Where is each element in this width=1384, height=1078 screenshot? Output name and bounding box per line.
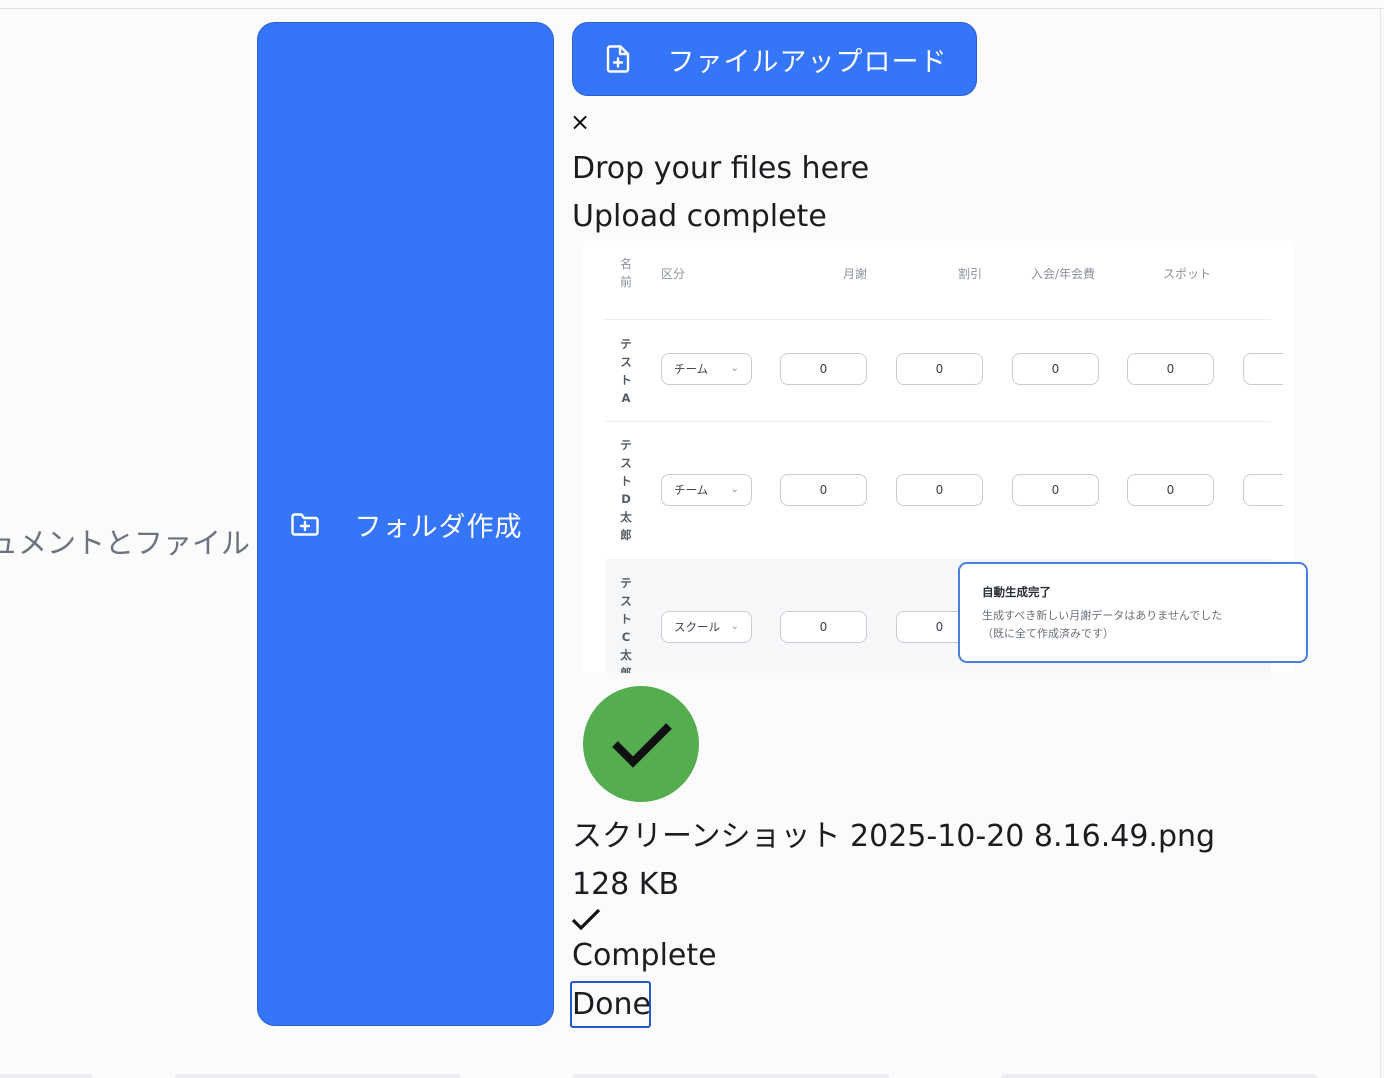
preview-value-input: 0: [780, 474, 867, 506]
upload-complete-label: Complete: [572, 938, 717, 973]
dropzone-title: Drop your files here: [572, 151, 870, 186]
preview-value-input: 0: [896, 353, 983, 385]
preview-value-input: 0: [1012, 353, 1099, 385]
preview-value-input-cut: [1243, 353, 1283, 385]
preview-table-header: 名前 区分 月謝 割引 入会/年会費 スポット: [583, 241, 1293, 319]
preview-row-name: テストA: [620, 337, 632, 405]
preview-toast-title: 自動生成完了: [982, 585, 1051, 599]
success-check-icon: [583, 686, 699, 802]
create-folder-label: フォルダ作成: [354, 511, 523, 542]
file-upload-label: ファイルアップロード: [667, 46, 948, 77]
section-title-documents: ドキュメントとファイル: [0, 526, 250, 560]
bottom-card-edge: [175, 1074, 460, 1078]
preview-value-input: 0: [1012, 474, 1099, 506]
preview-header-cell: 区分: [661, 267, 686, 281]
right-divider: [1380, 8, 1381, 1078]
preview-value-input: 0: [780, 353, 867, 385]
preview-toast-line: （既に全て作成済みです）: [982, 627, 1114, 640]
preview-value-input: 0: [896, 474, 983, 506]
folder-plus-icon: [289, 508, 321, 540]
preview-divider: [605, 319, 1271, 320]
bottom-card-edge: [573, 1074, 889, 1078]
checkmark-icon: [570, 906, 602, 934]
preview-divider: [605, 421, 1271, 422]
bottom-card-edge: [1001, 1074, 1317, 1078]
file-plus-icon: [602, 43, 634, 75]
create-folder-button[interactable]: フォルダ作成: [257, 22, 554, 1026]
preview-category-select: チーム ⌄: [661, 474, 752, 506]
preview-header-cell: 月謝: [843, 267, 868, 281]
uploaded-file-name: スクリーンショット 2025-10-20 8.16.49.png: [572, 819, 1216, 854]
preview-row: テストD太郎 チーム ⌄ 0 0 0 0: [605, 436, 1283, 556]
preview-row-name: テストC太郎: [620, 576, 632, 673]
bottom-card-edge: [0, 1074, 92, 1078]
preview-category-select: スクール ⌄: [661, 611, 752, 643]
top-divider: [0, 8, 1384, 9]
file-upload-button[interactable]: ファイルアップロード: [572, 22, 977, 96]
upload-status: Upload complete: [572, 199, 827, 234]
preview-value-input: 0: [1127, 474, 1214, 506]
preview-header-cell: 入会/年会費: [1031, 267, 1096, 281]
preview-toast: 自動生成完了 生成すべき新しい月謝データはありませんでした （既に全て作成済みで…: [958, 562, 1308, 663]
preview-row-name: テストD太郎: [620, 438, 632, 542]
close-dropzone-button[interactable]: ×: [570, 108, 594, 136]
chevron-down-icon: ⌄: [730, 363, 739, 374]
preview-row: テストA チーム ⌄ 0 0 0 0: [605, 335, 1283, 415]
preview-header-cell: スポット: [1163, 267, 1212, 281]
preview-header-cell: 割引: [958, 267, 983, 281]
chevron-down-icon: ⌄: [730, 621, 739, 632]
uploaded-file-size: 128 KB: [572, 867, 680, 902]
done-button[interactable]: Done: [570, 981, 651, 1028]
preview-toast-line: 生成すべき新しい月謝データはありませんでした: [982, 609, 1223, 622]
preview-value-input: 0: [780, 611, 867, 643]
preview-category-select: チーム ⌄: [661, 353, 752, 385]
preview-value-input-cut: [1243, 474, 1283, 506]
chevron-down-icon: ⌄: [730, 484, 739, 495]
preview-value-input: 0: [1127, 353, 1214, 385]
preview-name-header: 名前: [619, 257, 632, 289]
